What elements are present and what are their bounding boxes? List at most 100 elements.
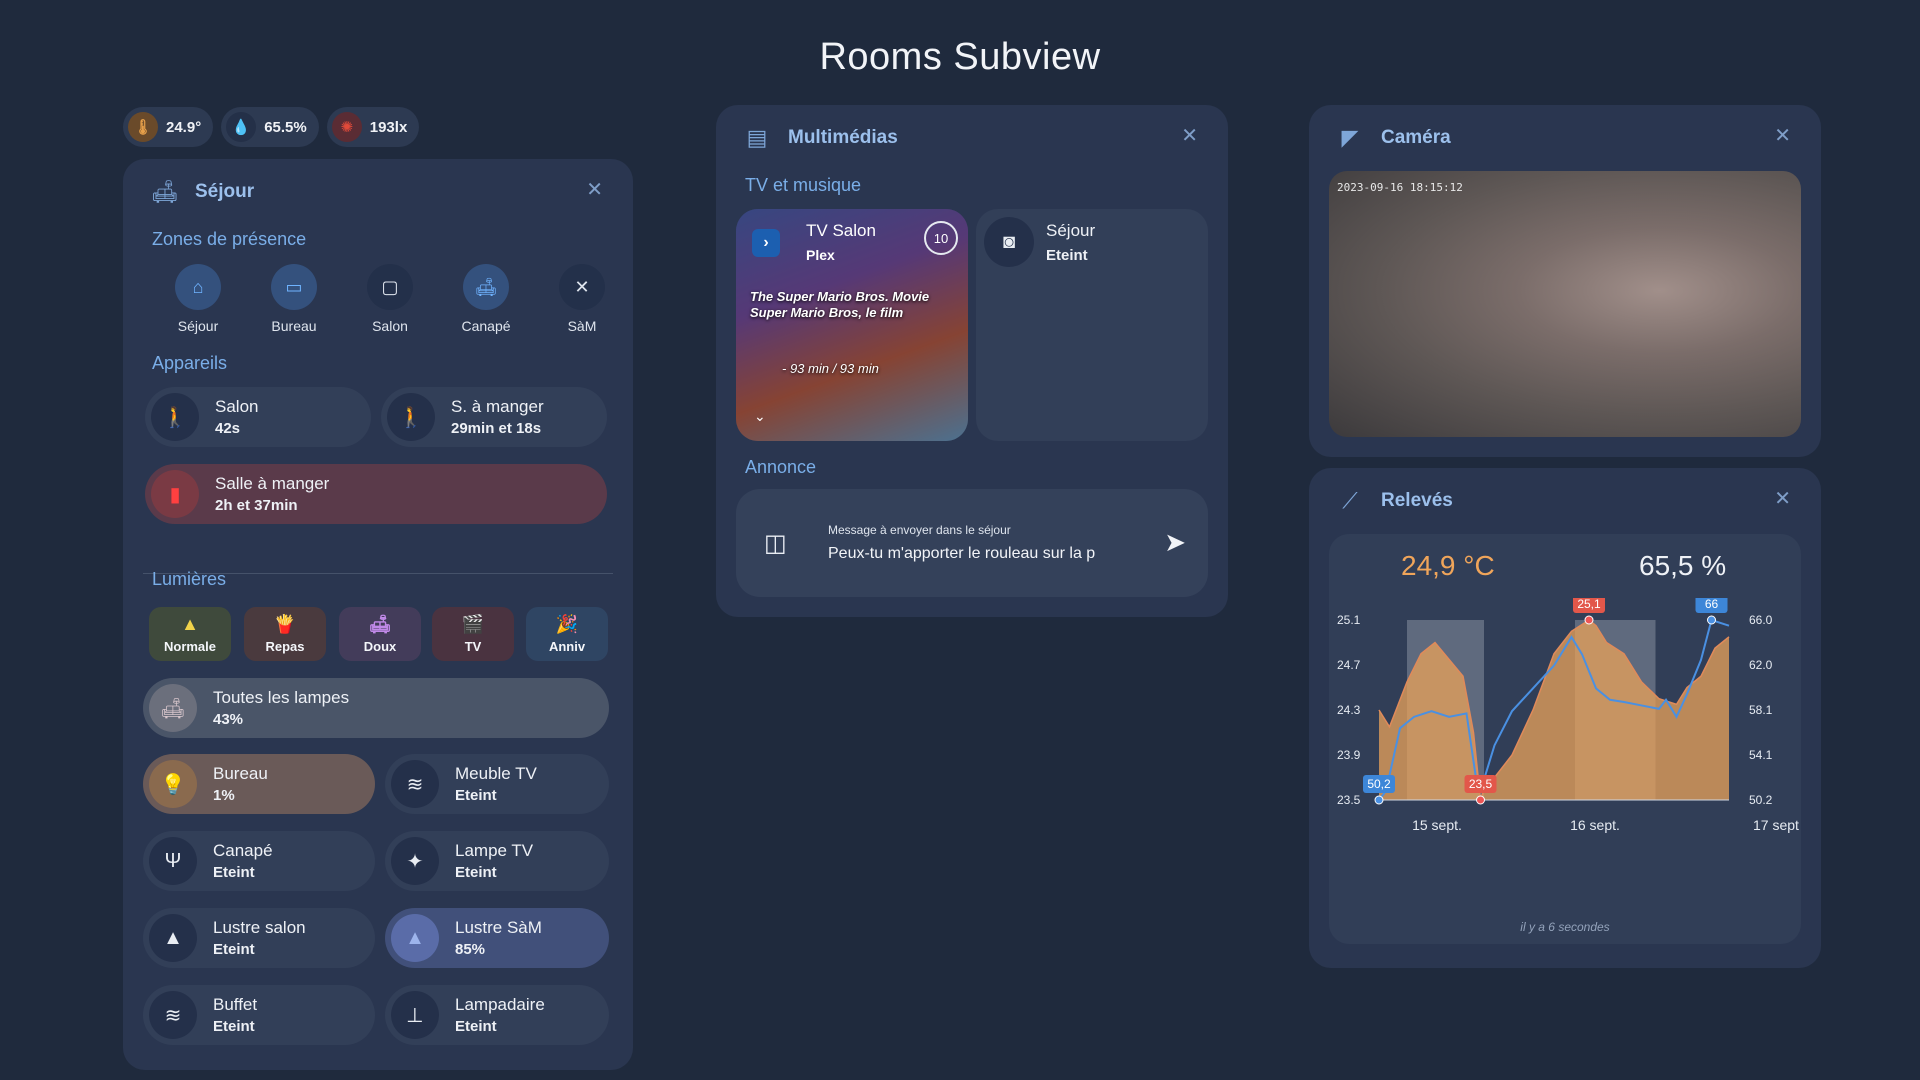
announce-input[interactable]: Peux-tu m'apporter le rouleau sur la p [828,545,1118,563]
scene-label: Normale [163,639,217,654]
device-name: Salle à manger [215,474,330,493]
sofa-icon: 🛋 [151,179,179,204]
humidity-value: 65,5 % [1639,550,1727,581]
light-name: Canapé [213,841,273,860]
light-lampe-tv[interactable]: ✦ Lampe TV Eteint [385,831,609,891]
zone-label: SàM [567,318,597,334]
temp-max-label: 25,1 [1577,598,1601,611]
home-icon: ⌂ [175,264,221,310]
x-axis-tick: 17 sept [1753,817,1799,833]
scene-normale-button[interactable]: ▲ Normale [149,607,231,661]
led-strip-icon: ≋ [149,991,197,1039]
left-axis-tick: 24.3 [1337,703,1361,717]
thermometer-icon: 🌡 [128,112,158,142]
close-icon[interactable]: ✕ [586,177,603,202]
send-icon[interactable]: ➤ [1164,527,1186,558]
temp-min-marker [1476,795,1485,805]
media-player-sejour[interactable]: ◙ Séjour Eteint [976,209,1208,441]
light-canape[interactable]: Ψ Canapé Eteint [143,831,375,891]
hum-max-marker [1707,615,1716,625]
close-icon[interactable]: ✕ [1181,123,1198,148]
device-name: S. à manger [451,397,544,416]
zone-canape[interactable]: 🛋 Canapé [438,264,534,334]
cctv-icon: ◤ [1341,125,1359,150]
right-axis-tick: 54.1 [1749,748,1773,762]
humidity-icon: 💧 [226,112,257,142]
illuminance-icon: ✺ [331,112,362,142]
scene-anniv-button[interactable]: 🎉 Anniv [526,607,608,661]
scene-label: TV [464,639,482,654]
light-name: Lampe TV [455,841,534,860]
light-state: Eteint [213,864,255,881]
light-lampadaire[interactable]: ⊥ Lampadaire Eteint [385,985,609,1045]
close-icon[interactable]: ✕ [1774,123,1791,148]
light-lustre-sam[interactable]: ▲ Lustre SàM 85% [385,908,609,968]
tv-music-label: TV et musique [745,175,862,195]
illuminance-chip[interactable]: ✺ 193lx [326,107,420,147]
humidity-chip[interactable]: 💧 65.5% [221,107,319,147]
camera-timestamp: 2023-09-16 18:15:12 [1337,181,1463,194]
media-library-icon: ▤ [746,125,768,150]
utensils-icon: ✕ [559,264,605,310]
hum-min-marker [1374,795,1384,805]
device-s-a-manger[interactable]: 🚶 S. à manger 29min et 18s [381,387,607,447]
media-player-tv-salon[interactable]: › TV Salon Plex 10 The Super Mario Bros.… [736,209,968,441]
media-title-line2: Super Mario Bros, le film [750,305,904,320]
sofa-icon: 🛋 [149,684,197,732]
left-axis-tick: 23.5 [1337,793,1361,807]
light-name: Bureau [213,764,268,783]
light-meuble-tv[interactable]: ≋ Meuble TV Eteint [385,754,609,814]
floor-lamp-icon: Ψ [149,837,197,885]
close-icon[interactable]: ✕ [1774,486,1791,511]
multimedia-card: ▤ Multimédias ✕ TV et musique › TV Salon… [716,105,1228,617]
announce-box: ◫ Message à envoyer dans le séjour Peux-… [736,489,1208,597]
presence-zones: ⌂ Séjour ▭ Bureau ▢ Salon 🛋 Canapé ✕ SàM [150,264,630,334]
scene-label: Repas [265,639,305,654]
device-state: 2h et 37min [215,497,298,514]
party-icon: 🎉 [555,614,579,634]
camera-feed[interactable]: 2023-09-16 18:15:12 [1329,171,1801,437]
sparkles-icon: ✦ [391,837,439,885]
zone-label: Bureau [271,318,317,334]
light-state: Eteint [455,864,497,881]
scene-repas-button[interactable]: 🍟 Repas [244,607,326,661]
temp-min-label: 23,5 [1469,777,1493,791]
ceiling-light-icon: ▲ [181,614,199,634]
scene-tv-button[interactable]: 🎬 TV [432,607,514,661]
x-axis-tick: 15 sept. [1412,817,1462,833]
zone-label: Séjour [177,318,219,334]
speaker-message-icon: ◫ [764,530,787,557]
light-toutes-les-lampes[interactable]: 🛋 Toutes les lampes 43% [143,678,609,738]
announce-label: Annonce [745,457,817,477]
light-lustre-salon[interactable]: ▲ Lustre salon Eteint [143,908,375,968]
chevron-down-icon[interactable]: ⌄ [754,408,766,425]
releves-chart: 25.1 24.7 24.3 23.9 23.5 66.0 62.0 58.1 54.1 50.2… [1337,598,1799,833]
zone-label: Canapé [461,318,511,334]
light-bureau[interactable]: 💡 Bureau 1% [143,754,375,814]
left-axis-tick: 25.1 [1337,613,1361,627]
right-axis-tick: 62.0 [1749,658,1773,672]
zone-sam[interactable]: ✕ SàM [534,264,630,334]
temperature-chip[interactable]: 🌡 24.9° [123,107,214,147]
speaker-name: Séjour [1046,221,1096,240]
lights-label: Lumières [152,569,227,589]
zone-salon[interactable]: ▢ Salon [342,264,438,334]
food-icon: 🍟 [273,614,297,634]
device-salle-a-manger[interactable]: ▮ Salle à manger 2h et 37min [145,464,607,524]
scene-doux-button[interactable]: 🛋 Doux [339,607,421,661]
device-salon[interactable]: 🚶 Salon 42s [145,387,371,447]
media-player-app: Plex [806,247,835,263]
sofa-icon: 🛋 [368,614,392,634]
right-axis-tick: 58.1 [1749,703,1773,717]
floor-lamp-icon: ⊥ [391,991,439,1039]
light-name: Meuble TV [455,764,537,783]
graph-card[interactable]: 24,9 °C 65,5 % 25.1 24.7 24.3 23.9 23.5 66.0 6… [1329,534,1801,944]
zone-sejour[interactable]: ⌂ Séjour [150,264,246,334]
sofa-icon: 🛋 [463,264,509,310]
zone-bureau[interactable]: ▭ Bureau [246,264,342,334]
temperature-chip-value: 24.9° [166,118,202,136]
sejour-title: Séjour [195,181,255,202]
light-buffet[interactable]: ≋ Buffet Eteint [143,985,375,1045]
clapperboard-icon: 🎬 [461,614,485,634]
speaker-icon: ◙ [984,217,1034,267]
